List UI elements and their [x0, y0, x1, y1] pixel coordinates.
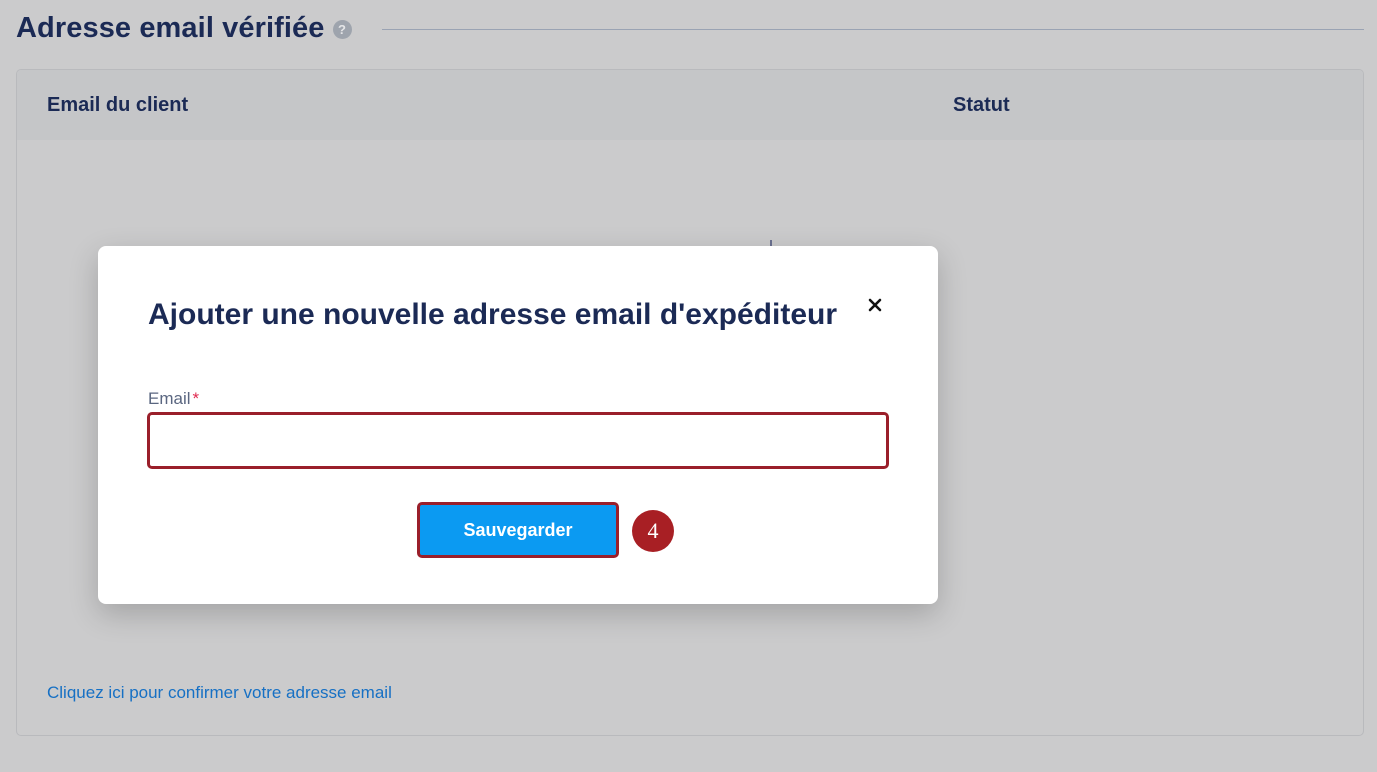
section-header: Adresse email vérifiée ? [16, 8, 1364, 48]
section-divider [381, 28, 1364, 30]
modal-title: Ajouter une nouvelle adresse email d'exp… [148, 298, 838, 331]
section-title: Adresse email vérifiée [16, 11, 325, 44]
step-number-badge: 4 [632, 510, 674, 552]
confirm-email-link[interactable]: Cliquez ici pour confirmer votre adresse… [47, 683, 392, 703]
email-field-label: Email * [148, 389, 199, 409]
close-icon [868, 298, 882, 312]
table-header: Email du client Statut [17, 70, 1363, 140]
close-button[interactable] [864, 294, 886, 316]
add-sender-email-modal: Ajouter une nouvelle adresse email d'exp… [98, 246, 938, 604]
column-header-client-email: Email du client [47, 94, 189, 116]
email-input[interactable] [147, 412, 889, 469]
column-header-status: Statut [953, 94, 1010, 116]
save-button[interactable]: Sauvegarder [417, 502, 619, 558]
email-label-text: Email [148, 389, 191, 408]
help-icon[interactable]: ? [332, 20, 352, 39]
required-marker: * [192, 389, 200, 408]
